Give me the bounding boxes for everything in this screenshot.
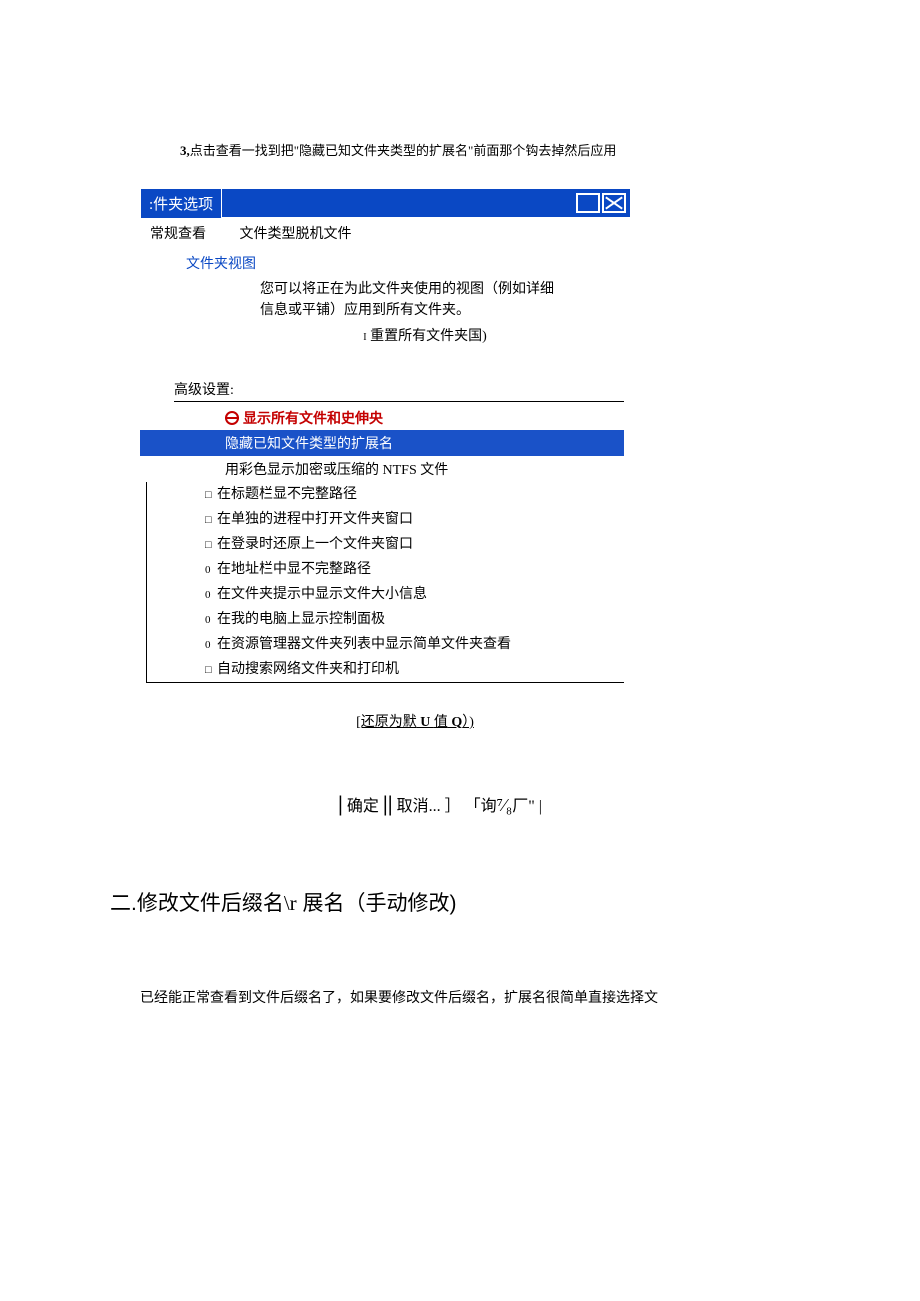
titlebar: :件夹选项 xyxy=(140,189,630,217)
advanced-settings-label: 高级设置: xyxy=(140,379,630,399)
window-title: :件夹选项 xyxy=(140,188,222,219)
option-ntfs-color[interactable]: 用彩色显示加密或压缩的 NTFS 文件 xyxy=(140,456,630,482)
section-2-body: 已经能正常查看到文件后缀名了，如果要修改文件后缀名，扩展名很简单直接选择文 xyxy=(110,987,810,1007)
option-show-all-files[interactable]: 显示所有文件和史伸央 xyxy=(140,408,630,430)
option-filesize-tooltip[interactable]: 0在文件夹提示中显示文件大小信息 xyxy=(147,582,624,607)
option-titlebar-path[interactable]: □在标题栏显不完整路径 xyxy=(147,482,624,507)
option-auto-search-network[interactable]: □自动搜索网络文件夹和打印机 xyxy=(147,657,624,682)
options-box: □在标题栏显不完整路径 □在单独的进程中打开文件夹窗口 □在登录时还原上一个文件… xyxy=(146,482,624,683)
ok-button[interactable]: 确定 xyxy=(347,798,379,815)
option-restore-previous[interactable]: □在登录时还原上一个文件夹窗口 xyxy=(147,532,624,557)
dialog-buttons: | 确定 || 取消... ］ 「询⁷⁄₈厂" | xyxy=(140,791,630,817)
tab-filetype-offline[interactable]: 文件类型脱机文件 xyxy=(240,227,352,242)
option-address-path[interactable]: 0在地址栏中显不完整路径 xyxy=(147,557,624,582)
tab-general-view[interactable]: 常规查看 xyxy=(150,227,206,242)
intro-number: 3, xyxy=(180,143,190,158)
option-simple-folder-view[interactable]: 0在资源管理器文件夹列表中显示简单文件夹查看 xyxy=(147,632,624,657)
option-show-control-panel[interactable]: 0在我的电脑上显示控制面极 xyxy=(147,607,624,632)
folder-options-dialog: :件夹选项 常规查看 文件类型脱机文件 文件夹视图 您可以将正在为此文件夹使用的… xyxy=(140,189,630,817)
tabs: 常规查看 文件类型脱机文件 xyxy=(140,217,630,247)
intro-body: 点击查看一找到把"隐藏已知文件夹类型的扩展名"前面那个钩去掉然后应用 xyxy=(190,143,617,158)
folder-view-description: 您可以将正在为此文件夹使用的视图（例如详细 信息或平铺）应用到所有文件夹。 xyxy=(140,279,630,321)
apply-button-part1[interactable]: ］ 「询 xyxy=(445,798,497,815)
option-hide-extensions-selected[interactable]: 隐藏已知文件类型的扩展名 xyxy=(140,430,624,456)
cancel-button[interactable]: 取消... xyxy=(397,798,441,815)
intro-text: 3,点击查看一找到把"隐藏已知文件夹类型的扩展名"前面那个钩去掉然后应用 xyxy=(110,140,810,159)
advanced-settings-list: 显示所有文件和史伸央 隐藏已知文件类型的扩展名 用彩色显示加密或压缩的 NTFS… xyxy=(140,408,630,683)
close-icon[interactable] xyxy=(602,193,626,213)
folder-view-heading: 文件夹视图 xyxy=(140,253,630,273)
section-2-title: 二.修改文件后缀名\r 展名（手动修改) xyxy=(110,887,810,917)
restore-defaults-button[interactable]: [还原为默 U 值 Q）) xyxy=(140,711,630,731)
reset-all-folders-button[interactable]: I 重置所有文件夹国) xyxy=(140,325,630,345)
option-separate-process[interactable]: □在单独的进程中打开文件夹窗口 xyxy=(147,507,624,532)
forbid-icon xyxy=(225,411,239,425)
maximize-icon[interactable] xyxy=(576,193,600,213)
